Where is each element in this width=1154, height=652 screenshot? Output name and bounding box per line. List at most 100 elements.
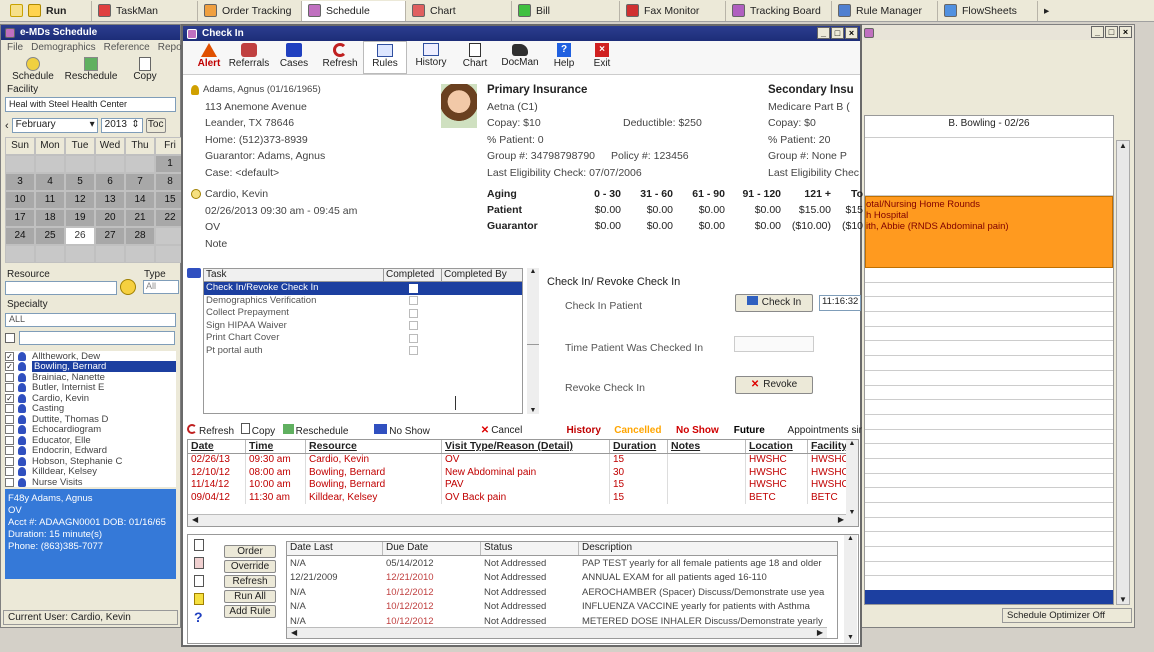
resource-checkbox[interactable]: [5, 383, 14, 393]
calendar-day[interactable]: [5, 245, 35, 263]
docman-button[interactable]: DocMan: [495, 41, 545, 74]
resource-item[interactable]: Butler, Internist E: [5, 382, 176, 393]
calendar-day[interactable]: [95, 155, 125, 173]
order-tracking-button[interactable]: Order Tracking: [198, 0, 302, 21]
type-field[interactable]: All: [143, 280, 179, 294]
appt-reschedule-button[interactable]: Reschedule: [282, 423, 375, 437]
menu-demographics[interactable]: Demographics: [31, 42, 95, 53]
task-row[interactable]: Pt portal auth: [204, 345, 522, 358]
menu-reports[interactable]: Repo: [158, 42, 182, 53]
resource-checkbox[interactable]: ✓: [5, 393, 14, 403]
calendar-day[interactable]: 10: [5, 191, 35, 209]
selected-slot[interactable]: [865, 590, 1113, 604]
month-select[interactable]: February ▾: [11, 118, 98, 133]
calendar-day[interactable]: 18: [35, 209, 65, 227]
time-slot[interactable]: [865, 297, 1113, 313]
rules-col-header[interactable]: Date Last: [287, 542, 383, 555]
rules-vscroll[interactable]: ▲ ▼: [844, 535, 857, 643]
maximize-button[interactable]: □: [1105, 26, 1118, 38]
resource-checkbox[interactable]: ✓: [5, 362, 14, 372]
calendar-day[interactable]: [125, 155, 155, 173]
time-slot[interactable]: [865, 386, 1113, 401]
resource-item[interactable]: Duttite, Thomas D: [5, 414, 176, 425]
year-spinner[interactable]: 2013 ⇕: [100, 118, 143, 133]
resource-field[interactable]: [5, 281, 117, 295]
menu-reference[interactable]: Reference: [104, 42, 150, 53]
rule-add-rule-button[interactable]: Add Rule: [224, 605, 276, 618]
close-button[interactable]: ×: [1119, 26, 1132, 38]
resource-checkbox[interactable]: [5, 372, 14, 382]
resource-checkbox[interactable]: [5, 446, 14, 456]
resource-checkbox[interactable]: [5, 456, 14, 466]
facility-field[interactable]: Heal with Steel Health Center: [5, 97, 176, 112]
minimize-button[interactable]: _: [1091, 26, 1104, 38]
resource-item[interactable]: Hobson, Stephanie C: [5, 456, 176, 467]
chart-toolbar-button[interactable]: Chart: [455, 41, 495, 74]
time-slot[interactable]: [865, 356, 1113, 371]
day-scrollbar[interactable]: ▲ ▼: [1116, 140, 1130, 605]
calendar-day[interactable]: 21: [125, 209, 155, 227]
revoke-button[interactable]: ✕ Revoke: [735, 376, 813, 394]
appt-col-header[interactable]: Date: [188, 440, 246, 453]
taskman-button[interactable]: TaskMan: [92, 0, 198, 21]
resource-checkbox[interactable]: [5, 435, 14, 445]
filter-future[interactable]: Future: [734, 425, 788, 436]
rules-col-header[interactable]: Status: [481, 542, 579, 555]
refresh-button[interactable]: Refresh: [317, 41, 363, 74]
time-slot[interactable]: [865, 576, 1113, 592]
time-slot[interactable]: [865, 562, 1113, 577]
appointment-row[interactable]: 12/10/12 08:00 am Bowling, Bernard New Abdo…: [188, 466, 858, 479]
calendar-day[interactable]: [65, 155, 95, 173]
calendar-day[interactable]: [125, 245, 155, 263]
calendar-day[interactable]: 5: [65, 173, 95, 191]
time-slot[interactable]: [865, 474, 1113, 489]
specialty-field[interactable]: ALL: [5, 313, 176, 327]
resource-checkbox[interactable]: [5, 414, 14, 424]
time-slot[interactable]: [865, 283, 1113, 298]
more-arrow-icon[interactable]: ▸: [1038, 1, 1055, 21]
resource-item[interactable]: Brainiac, Nanette: [5, 372, 176, 383]
check-in-button[interactable]: Check In: [735, 294, 813, 312]
time-slot[interactable]: [865, 503, 1113, 518]
resource-checkbox[interactable]: [5, 404, 14, 414]
today-button[interactable]: Toc: [145, 118, 166, 133]
calendar-day[interactable]: 19: [65, 209, 95, 227]
search-icon[interactable]: [120, 279, 136, 295]
time-slot[interactable]: [865, 518, 1113, 533]
resource-item[interactable]: Nurse Visits: [5, 477, 176, 487]
time-slot[interactable]: [865, 488, 1113, 503]
resource-item[interactable]: Educator, Elle: [5, 435, 176, 446]
appointment-row[interactable]: 11/14/12 10:00 am Bowling, Bernard PAV 15 HWS…: [188, 479, 858, 492]
task-completed-checkbox[interactable]: [408, 321, 418, 331]
reschedule-tool-button[interactable]: Reschedule: [63, 57, 119, 82]
schedule-button[interactable]: Schedule: [302, 0, 406, 21]
time-slot[interactable]: [865, 459, 1113, 474]
calendar-day[interactable]: 28: [125, 227, 155, 245]
time-slot[interactable]: [865, 547, 1113, 562]
appt-noshow-button[interactable]: No Show: [374, 423, 481, 437]
appointment-row[interactable]: 02/26/13 09:30 am Cardio, Kevin OV 15 HWSHC HW…: [188, 454, 858, 467]
exit-button[interactable]: × Exit: [583, 41, 621, 74]
calendar-day[interactable]: 12: [65, 191, 95, 209]
resource-checkbox[interactable]: [5, 477, 14, 487]
calendar-day[interactable]: 13: [95, 191, 125, 209]
rule-row[interactable]: N/A 10/12/2012 Not Addressed INFLUENZA VACC…: [287, 600, 837, 615]
appt-copy-button[interactable]: Copy: [240, 423, 283, 437]
calendar-day[interactable]: [5, 155, 35, 173]
maximize-button[interactable]: □: [831, 27, 844, 39]
fax-monitor-button[interactable]: Fax Monitor: [620, 0, 726, 21]
rule-manager-button[interactable]: Rule Manager: [832, 0, 938, 21]
task-completed-checkbox[interactable]: [408, 283, 418, 293]
calendar-day[interactable]: 17: [5, 209, 35, 227]
calendar-day[interactable]: 20: [95, 209, 125, 227]
time-slot[interactable]: [865, 327, 1113, 342]
calendar-day[interactable]: 24: [5, 227, 35, 245]
filter-checkbox[interactable]: [5, 333, 15, 343]
appointment-block[interactable]: otal/Nursing Home Rounds h Hospital ith,…: [865, 196, 1113, 268]
appointment-row[interactable]: 09/04/12 11:30 am Killdear, Kelsey OV Back …: [188, 491, 858, 504]
calendar-day[interactable]: [35, 245, 65, 263]
resource-item[interactable]: ✓ Bowling, Bernard: [5, 361, 176, 373]
task-row[interactable]: Sign HIPAA Waiver: [204, 320, 522, 333]
alert-button[interactable]: Alert: [191, 41, 227, 74]
calendar-day[interactable]: 27: [95, 227, 125, 245]
